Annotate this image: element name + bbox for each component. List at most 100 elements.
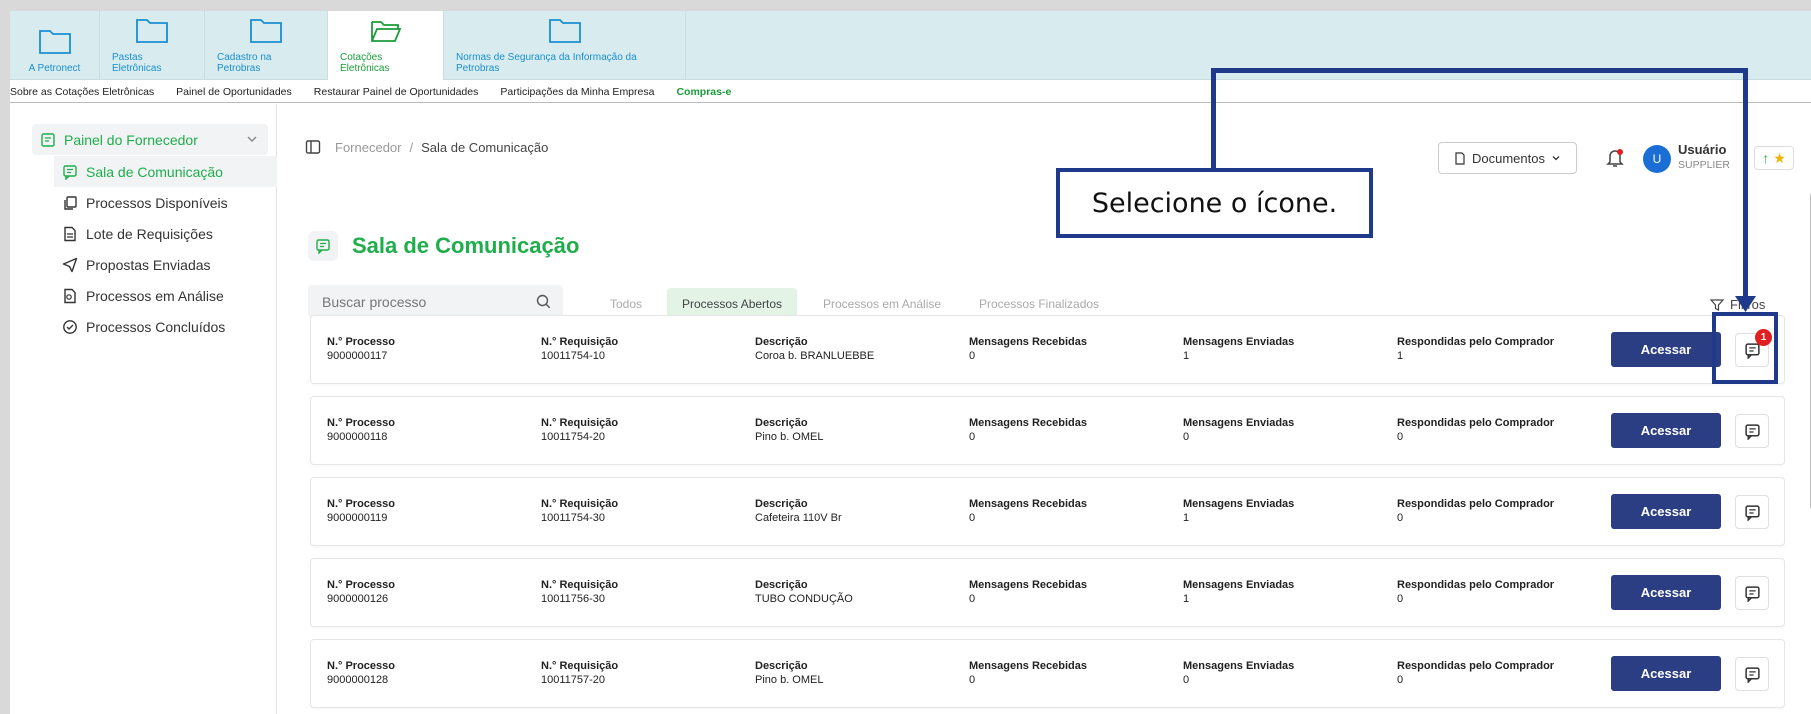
sidebar-item-concluidos[interactable]: Processos Concluídos — [54, 311, 277, 342]
copy-icon — [64, 195, 77, 210]
sidebar-item-disponiveis[interactable]: Processos Disponíveis — [54, 187, 277, 218]
avatar[interactable]: U — [1643, 145, 1671, 173]
cell-recebidas: Mensagens Recebidas 0 — [969, 579, 1087, 605]
cell-recebidas: Mensagens Recebidas 0 — [969, 336, 1087, 362]
cell-header: Mensagens Recebidas — [969, 579, 1087, 591]
cell-header: N.° Processo — [327, 498, 395, 510]
annotation-line — [1211, 68, 1748, 73]
cell-value: 9000000117 — [327, 350, 388, 362]
panel-icon — [41, 132, 55, 147]
acessar-button[interactable]: Acessar — [1611, 413, 1721, 448]
sidebar-item-label: Propostas Enviadas — [86, 256, 211, 273]
cell-value: 9000000128 — [327, 674, 389, 686]
cell-requisicao: N.° Requisição 10011754-20 — [541, 417, 618, 443]
sublink-compras-e[interactable]: Compras-e — [676, 86, 731, 98]
acessar-button[interactable]: Acessar — [1611, 656, 1721, 691]
portal-tab-pastas[interactable]: Pastas Eletrônicas — [100, 11, 205, 80]
folder-icon — [250, 19, 282, 43]
cell-value: 10011754-20 — [541, 431, 606, 443]
cell-descricao: Descrição TUBO CONDUÇÃO — [755, 579, 853, 605]
portal-tab-label: Cotações Eletrônicas — [340, 52, 390, 74]
sidebar-header-painel[interactable]: Painel do Fornecedor — [32, 124, 268, 155]
open-folder-icon — [370, 21, 401, 42]
portal-tab-normas[interactable]: Normas de Segurança da Informação da Pet… — [444, 11, 686, 80]
sidebar-item-analise[interactable]: Processos em Análise — [54, 280, 277, 311]
cell-header: Respondidas pelo Comprador — [1397, 417, 1555, 429]
portal-tab-label: Pastas Eletrônicas — [112, 52, 162, 74]
sidebar-item-propostas[interactable]: Propostas Enviadas — [54, 249, 277, 280]
sublink-participacoes[interactable]: Participações da Minha Empresa — [500, 86, 654, 98]
cell-header: N.° Requisição — [541, 336, 619, 348]
portal-tab-cotacoes[interactable]: Cotações Eletrônicas — [328, 11, 444, 80]
sublink-restaurar[interactable]: Restaurar Painel de Oportunidades — [314, 86, 479, 98]
cell-header: Mensagens Enviadas — [1183, 579, 1295, 591]
sidebar-item-label: Lote de Requisições — [86, 225, 213, 242]
file-search-icon — [64, 288, 76, 303]
message-icon — [1744, 585, 1760, 602]
cell-value: TUBO CONDUÇÃO — [755, 593, 853, 605]
portal-tab-cadastro[interactable]: Cadastro na Petrobras — [205, 11, 328, 80]
cell-requisicao: N.° Requisição 10011754-30 — [541, 498, 618, 524]
check-circle-icon — [63, 319, 77, 334]
message-button[interactable] — [1735, 576, 1769, 610]
cell-value: 9000000126 — [327, 593, 389, 605]
cell-header: N.° Processo — [327, 660, 395, 672]
folder-icon — [38, 30, 71, 54]
cell-header: N.° Processo — [327, 417, 395, 429]
cell-header: Respondidas pelo Comprador — [1397, 579, 1555, 591]
message-icon — [1744, 423, 1760, 440]
cell-value: 10011756-30 — [541, 593, 606, 605]
portal-tab-petronect[interactable]: A Petronect — [10, 11, 100, 80]
cell-header: Mensagens Recebidas — [969, 660, 1087, 672]
arrow-up-icon[interactable]: ↑ — [1762, 150, 1769, 166]
cell-value: 0 — [969, 350, 976, 362]
cell-header: Mensagens Enviadas — [1183, 336, 1295, 348]
cell-header: Descrição — [755, 498, 808, 510]
annotation-arrow — [1735, 296, 1756, 312]
sidebar-item-label: Processos Concluídos — [86, 318, 226, 335]
cell-header: Mensagens Enviadas — [1183, 660, 1295, 672]
sidebar-item-sala[interactable]: Sala de Comunicação — [54, 156, 277, 187]
portal-tab-label: Normas de Segurança da Informação da Pet… — [456, 52, 637, 74]
acessar-button[interactable]: Acessar — [1611, 575, 1721, 610]
cell-header: N.° Requisição — [541, 579, 619, 591]
send-icon — [62, 257, 78, 272]
breadcrumb-separator: / — [409, 139, 414, 155]
acessar-button[interactable]: Acessar — [1611, 494, 1721, 529]
acessar-button[interactable]: Acessar — [1611, 332, 1721, 367]
sidebar-item-label: Processos em Análise — [86, 287, 224, 304]
table-row: N.° Processo 9000000118 N.° Requisição 1001… — [310, 396, 1785, 465]
star-icon[interactable]: ★ — [1773, 150, 1786, 167]
message-icon — [63, 164, 77, 180]
cell-value: 0 — [969, 431, 976, 443]
portal-tab-label: Cadastro na Petrobras — [217, 52, 272, 74]
search-input[interactable]: Buscar processo — [308, 285, 563, 318]
cell-recebidas: Mensagens Recebidas 0 — [969, 417, 1087, 443]
sublink-painel[interactable]: Painel de Oportunidades — [176, 86, 292, 98]
sublink-sobre[interactable]: Sobre as Cotações Eletrônicas — [10, 86, 154, 98]
message-button[interactable] — [1735, 657, 1769, 691]
cell-requisicao: N.° Requisição 10011756-30 — [541, 579, 618, 605]
cell-enviadas: Mensagens Enviadas 1 — [1183, 498, 1294, 524]
sidebar-header-label: Painel do Fornecedor — [64, 131, 198, 148]
folder-icon — [136, 19, 168, 43]
cell-respondidas: Respondidas pelo Comprador 0 — [1397, 417, 1554, 443]
chevron-down-icon — [1552, 156, 1560, 161]
message-button[interactable] — [1735, 495, 1769, 529]
toolbar-shortcuts[interactable]: ↑ ★ — [1754, 146, 1794, 170]
message-button[interactable] — [1735, 414, 1769, 448]
cell-descricao: Descrição Cafeteira 110V Br — [755, 498, 842, 524]
filter-icon — [1710, 298, 1724, 311]
cell-requisicao: N.° Requisição 10011757-20 — [541, 660, 618, 686]
cell-respondidas: Respondidas pelo Comprador 0 — [1397, 660, 1554, 686]
search-placeholder: Buscar processo — [322, 293, 427, 310]
breadcrumb-parent[interactable]: Fornecedor — [335, 140, 401, 155]
cell-enviadas: Mensagens Enviadas 1 — [1183, 579, 1294, 605]
sidebar-toggle-icon[interactable] — [305, 139, 321, 155]
document-icon — [64, 226, 76, 241]
cell-descricao: Descrição Pino b. OMEL — [755, 417, 823, 443]
sidebar-item-lote[interactable]: Lote de Requisições — [54, 218, 277, 249]
search-icon — [536, 294, 551, 309]
documents-dropdown[interactable]: Documentos — [1438, 142, 1577, 174]
bell-icon[interactable] — [1606, 148, 1624, 168]
